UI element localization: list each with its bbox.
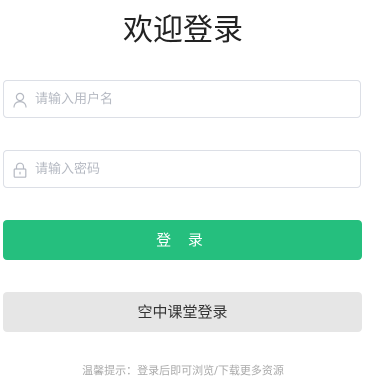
login-button[interactable]: 登 录 — [3, 220, 362, 260]
lock-icon — [13, 162, 27, 178]
password-field[interactable] — [3, 150, 361, 188]
user-icon — [13, 92, 27, 108]
login-tip: 温馨提示：登录后即可浏览/下载更多资源 — [82, 364, 284, 377]
username-input[interactable] — [35, 81, 350, 117]
page-title: 欢迎登录 — [123, 13, 243, 48]
classroom-login-button[interactable]: 空中课堂登录 — [3, 292, 362, 332]
username-field[interactable] — [3, 80, 361, 118]
password-input[interactable] — [35, 151, 350, 187]
